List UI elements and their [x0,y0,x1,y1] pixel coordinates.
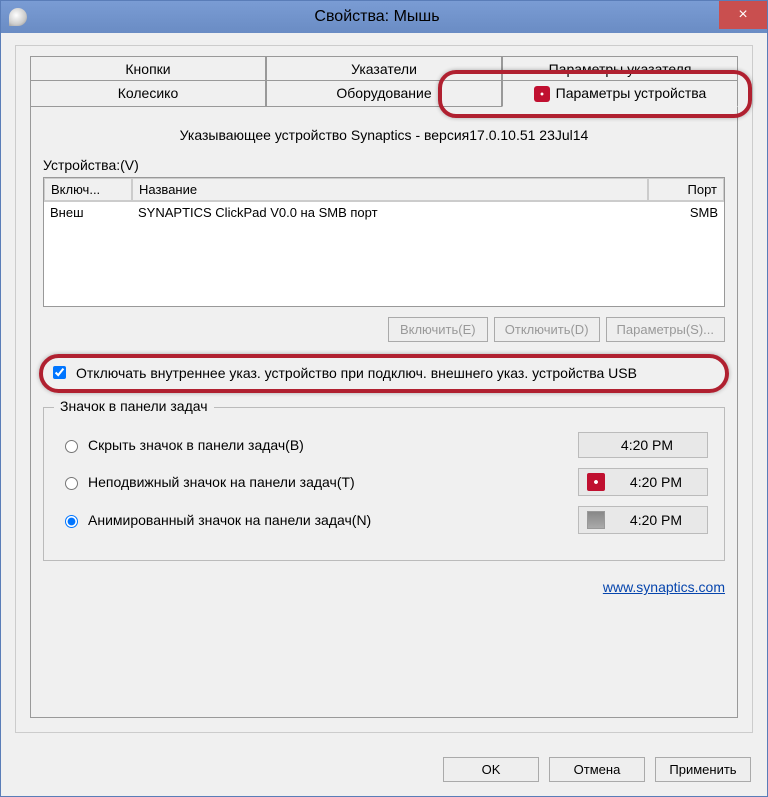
footer-buttons: OK Отмена Применить [1,745,767,796]
tray-time-2: 4:20 PM [613,512,699,528]
content-area: Кнопки Указатели Параметры указателя Кол… [1,33,767,745]
close-button[interactable]: × [719,1,767,29]
table-row[interactable]: Внеш SYNAPTICS ClickPad V0.0 на SMB порт… [44,202,724,223]
tray-icon-group: Значок в панели задач Скрыть значок в па… [43,407,725,561]
monitor-tray-icon [587,511,605,529]
device-table: Включ... Название Порт Внеш SYNAPTICS Cl… [43,177,725,307]
synaptics-link[interactable]: www.synaptics.com [603,579,725,595]
titlebar: Свойства: Мышь × [1,1,767,33]
tray-preview-hide: 4:20 PM [578,432,708,458]
radio-hide-row: Скрыть значок в панели задач(B) 4:20 PM [60,432,708,458]
settings-button[interactable]: Параметры(S)... [606,317,725,342]
col-header-port[interactable]: Порт [648,178,724,201]
disable-internal-label: Отключать внутреннее указ. устройство пр… [76,364,637,383]
device-table-header: Включ... Название Порт [44,178,724,202]
tab-buttons[interactable]: Кнопки [30,56,266,81]
tray-time-0: 4:20 PM [595,437,699,453]
device-buttons-row: Включить(E) Отключить(D) Параметры(S)... [43,317,725,342]
cancel-button[interactable]: Отмена [549,757,645,782]
disable-internal-checkbox[interactable] [53,366,66,379]
disable-internal-checkbox-row: Отключать внутреннее указ. устройство пр… [43,356,725,391]
radio-animated[interactable] [65,515,78,528]
tray-time-1: 4:20 PM [613,474,699,490]
tray-preview-static: 4:20 PM [578,468,708,496]
tab-pointer-options[interactable]: Параметры указателя [502,56,738,81]
cell-port: SMB [648,202,724,223]
apply-button[interactable]: Применить [655,757,751,782]
tab-panel: Указывающее устройство Synaptics - верси… [30,106,738,718]
disable-button[interactable]: Отключить(D) [494,317,600,342]
window-title: Свойства: Мышь [35,8,719,26]
synaptics-tray-icon [587,473,605,491]
tab-wheel[interactable]: Колесико [30,80,266,107]
radio-static-label: Неподвижный значок на панели задач(T) [88,474,578,490]
cell-enable: Внеш [44,202,132,223]
tab-pointers[interactable]: Указатели [266,56,502,81]
radio-animated-label: Анимированный значок на панели задач(N) [88,512,578,528]
tray-preview-animated: 4:20 PM [578,506,708,534]
tab-hardware[interactable]: Оборудование [266,80,502,107]
col-header-name[interactable]: Название [132,178,648,201]
mouse-icon [9,8,27,26]
tab-device-settings-label: Параметры устройства [556,85,707,101]
synaptics-icon [534,86,550,102]
tabs-row-2: Колесико Оборудование Параметры устройст… [30,80,738,107]
cell-name: SYNAPTICS ClickPad V0.0 на SMB порт [132,202,648,223]
radio-static[interactable] [65,477,78,490]
enable-button[interactable]: Включить(E) [388,317,488,342]
tabs-row-1: Кнопки Указатели Параметры указателя [30,56,738,81]
device-heading: Указывающее устройство Synaptics - верси… [43,127,725,143]
ok-button[interactable]: OK [443,757,539,782]
tray-group-title: Значок в панели задач [54,398,214,414]
tab-device-settings[interactable]: Параметры устройства [502,80,738,107]
col-header-enable[interactable]: Включ... [44,178,132,201]
link-row: www.synaptics.com [43,579,725,595]
radio-animated-row: Анимированный значок на панели задач(N) … [60,506,708,534]
radio-hide-label: Скрыть значок в панели задач(B) [88,437,578,453]
devices-label: Устройства:(V) [43,157,725,173]
inner-frame: Кнопки Указатели Параметры указателя Кол… [15,45,753,733]
radio-static-row: Неподвижный значок на панели задач(T) 4:… [60,468,708,496]
radio-hide[interactable] [65,440,78,453]
dialog-window: Свойства: Мышь × Кнопки Указатели Параме… [0,0,768,797]
